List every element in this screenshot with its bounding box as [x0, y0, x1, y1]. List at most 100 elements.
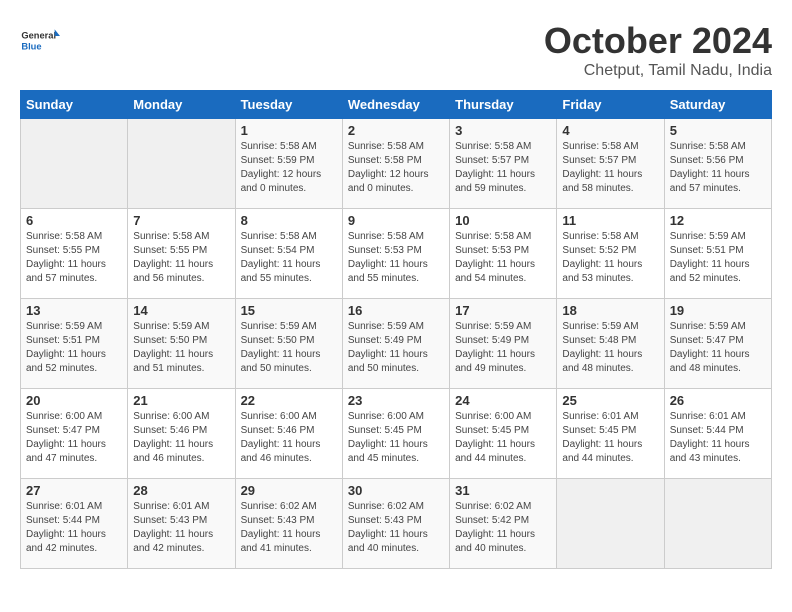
svg-text:General: General [21, 31, 56, 41]
day-info: Sunrise: 5:58 AMSunset: 5:53 PMDaylight:… [455, 230, 551, 286]
day-number: 22 [241, 393, 337, 408]
day-info: Sunrise: 5:59 AMSunset: 5:49 PMDaylight:… [455, 320, 551, 376]
cell-5-3: 29 Sunrise: 6:02 AMSunset: 5:43 PMDayligh… [235, 479, 342, 569]
cell-1-2 [128, 119, 235, 209]
day-info: Sunrise: 6:01 AMSunset: 5:43 PMDaylight:… [133, 500, 229, 556]
day-info: Sunrise: 6:01 AMSunset: 5:45 PMDaylight:… [562, 410, 658, 466]
cell-4-3: 22 Sunrise: 6:00 AMSunset: 5:46 PMDayligh… [235, 389, 342, 479]
day-number: 16 [348, 303, 444, 318]
day-number: 31 [455, 483, 551, 498]
day-number: 17 [455, 303, 551, 318]
cell-1-1 [21, 119, 128, 209]
cell-3-5: 17 Sunrise: 5:59 AMSunset: 5:49 PMDayligh… [450, 299, 557, 389]
day-number: 23 [348, 393, 444, 408]
day-info: Sunrise: 6:01 AMSunset: 5:44 PMDaylight:… [26, 500, 122, 556]
cell-2-5: 10 Sunrise: 5:58 AMSunset: 5:53 PMDayligh… [450, 209, 557, 299]
cell-3-7: 19 Sunrise: 5:59 AMSunset: 5:47 PMDayligh… [664, 299, 771, 389]
cell-2-7: 12 Sunrise: 5:59 AMSunset: 5:51 PMDayligh… [664, 209, 771, 299]
cell-4-7: 26Sunrise: 6:01 AMSunset: 5:44 PMDayligh… [664, 389, 771, 479]
day-number: 21 [133, 393, 229, 408]
day-number: 11 [562, 213, 658, 228]
cell-5-1: 27 Sunrise: 6:01 AMSunset: 5:44 PMDayligh… [21, 479, 128, 569]
cell-4-4: 23 Sunrise: 6:00 AMSunset: 5:45 PMDayligh… [342, 389, 449, 479]
col-header-monday: Monday [128, 91, 235, 119]
day-info: Sunrise: 6:00 AMSunset: 5:45 PMDaylight:… [455, 410, 551, 466]
col-header-saturday: Saturday [664, 91, 771, 119]
day-info: Sunrise: 5:58 AMSunset: 5:53 PMDaylight:… [348, 230, 444, 286]
cell-5-7 [664, 479, 771, 569]
day-info: Sunrise: 5:58 AMSunset: 5:54 PMDaylight:… [241, 230, 337, 286]
cell-2-2: 7Sunrise: 5:58 AMSunset: 5:55 PMDaylight… [128, 209, 235, 299]
day-number: 27 [26, 483, 122, 498]
day-info: Sunrise: 5:58 AMSunset: 5:59 PMDaylight:… [241, 140, 337, 196]
day-number: 29 [241, 483, 337, 498]
cell-3-6: 18 Sunrise: 5:59 AMSunset: 5:48 PMDayligh… [557, 299, 664, 389]
logo-svg: General Blue [20, 20, 60, 60]
day-number: 13 [26, 303, 122, 318]
day-info: Sunrise: 5:59 AMSunset: 5:51 PMDaylight:… [26, 320, 122, 376]
day-number: 1 [241, 123, 337, 138]
week-row-4: 20 Sunrise: 6:00 AMSunset: 5:47 PMDayligh… [21, 389, 772, 479]
day-number: 28 [133, 483, 229, 498]
week-row-1: 1 Sunrise: 5:58 AMSunset: 5:59 PMDaylight… [21, 119, 772, 209]
cell-2-1: 6 Sunrise: 5:58 AMSunset: 5:55 PMDaylight… [21, 209, 128, 299]
day-number: 19 [670, 303, 766, 318]
day-info: Sunrise: 6:00 AMSunset: 5:45 PMDaylight:… [348, 410, 444, 466]
day-info: Sunrise: 6:00 AMSunset: 5:46 PMDaylight:… [133, 410, 229, 466]
cell-2-3: 8 Sunrise: 5:58 AMSunset: 5:54 PMDaylight… [235, 209, 342, 299]
day-info: Sunrise: 5:58 AMSunset: 5:57 PMDaylight:… [562, 140, 658, 196]
day-info: Sunrise: 6:00 AMSunset: 5:46 PMDaylight:… [241, 410, 337, 466]
cell-1-7: 5Sunrise: 5:58 AMSunset: 5:56 PMDaylight… [664, 119, 771, 209]
cell-5-5: 31 Sunrise: 6:02 AMSunset: 5:42 PMDayligh… [450, 479, 557, 569]
day-number: 3 [455, 123, 551, 138]
day-number: 2 [348, 123, 444, 138]
day-number: 15 [241, 303, 337, 318]
cell-4-2: 21 Sunrise: 6:00 AMSunset: 5:46 PMDayligh… [128, 389, 235, 479]
day-number: 25 [562, 393, 658, 408]
col-header-sunday: Sunday [21, 91, 128, 119]
day-info: Sunrise: 5:59 AMSunset: 5:47 PMDaylight:… [670, 320, 766, 376]
day-number: 18 [562, 303, 658, 318]
day-number: 20 [26, 393, 122, 408]
day-info: Sunrise: 5:59 AMSunset: 5:48 PMDaylight:… [562, 320, 658, 376]
day-number: 30 [348, 483, 444, 498]
cell-3-3: 15 Sunrise: 5:59 AMSunset: 5:50 PMDayligh… [235, 299, 342, 389]
day-info: Sunrise: 6:00 AMSunset: 5:47 PMDaylight:… [26, 410, 122, 466]
col-header-friday: Friday [557, 91, 664, 119]
location: Chetput, Tamil Nadu, India [544, 62, 772, 80]
day-info: Sunrise: 5:58 AMSunset: 5:55 PMDaylight:… [133, 230, 229, 286]
day-number: 10 [455, 213, 551, 228]
day-info: Sunrise: 5:58 AMSunset: 5:55 PMDaylight:… [26, 230, 122, 286]
day-number: 4 [562, 123, 658, 138]
day-info: Sunrise: 5:59 AMSunset: 5:51 PMDaylight:… [670, 230, 766, 286]
cell-1-5: 3 Sunrise: 5:58 AMSunset: 5:57 PMDaylight… [450, 119, 557, 209]
month-title: October 2024 [544, 20, 772, 62]
cell-2-6: 11Sunrise: 5:58 AMSunset: 5:52 PMDayligh… [557, 209, 664, 299]
title-block: October 2024 Chetput, Tamil Nadu, India [544, 20, 772, 80]
cell-4-5: 24 Sunrise: 6:00 AMSunset: 5:45 PMDayligh… [450, 389, 557, 479]
day-number: 12 [670, 213, 766, 228]
cell-1-3: 1 Sunrise: 5:58 AMSunset: 5:59 PMDaylight… [235, 119, 342, 209]
day-info: Sunrise: 5:59 AMSunset: 5:49 PMDaylight:… [348, 320, 444, 376]
cell-3-4: 16 Sunrise: 5:59 AMSunset: 5:49 PMDayligh… [342, 299, 449, 389]
col-header-tuesday: Tuesday [235, 91, 342, 119]
day-info: Sunrise: 6:02 AMSunset: 5:42 PMDaylight:… [455, 500, 551, 556]
day-info: Sunrise: 6:02 AMSunset: 5:43 PMDaylight:… [241, 500, 337, 556]
day-number: 8 [241, 213, 337, 228]
day-number: 6 [26, 213, 122, 228]
day-info: Sunrise: 5:59 AMSunset: 5:50 PMDaylight:… [241, 320, 337, 376]
cell-3-1: 13 Sunrise: 5:59 AMSunset: 5:51 PMDayligh… [21, 299, 128, 389]
header-row: SundayMondayTuesdayWednesdayThursdayFrid… [21, 91, 772, 119]
col-header-wednesday: Wednesday [342, 91, 449, 119]
week-row-3: 13 Sunrise: 5:59 AMSunset: 5:51 PMDayligh… [21, 299, 772, 389]
day-info: Sunrise: 5:58 AMSunset: 5:56 PMDaylight:… [670, 140, 766, 196]
svg-text:Blue: Blue [21, 41, 41, 51]
col-header-thursday: Thursday [450, 91, 557, 119]
week-row-2: 6 Sunrise: 5:58 AMSunset: 5:55 PMDaylight… [21, 209, 772, 299]
day-info: Sunrise: 5:59 AMSunset: 5:50 PMDaylight:… [133, 320, 229, 376]
day-number: 24 [455, 393, 551, 408]
cell-2-4: 9 Sunrise: 5:58 AMSunset: 5:53 PMDaylight… [342, 209, 449, 299]
cell-4-6: 25 Sunrise: 6:01 AMSunset: 5:45 PMDayligh… [557, 389, 664, 479]
day-info: Sunrise: 5:58 AMSunset: 5:57 PMDaylight:… [455, 140, 551, 196]
day-number: 9 [348, 213, 444, 228]
